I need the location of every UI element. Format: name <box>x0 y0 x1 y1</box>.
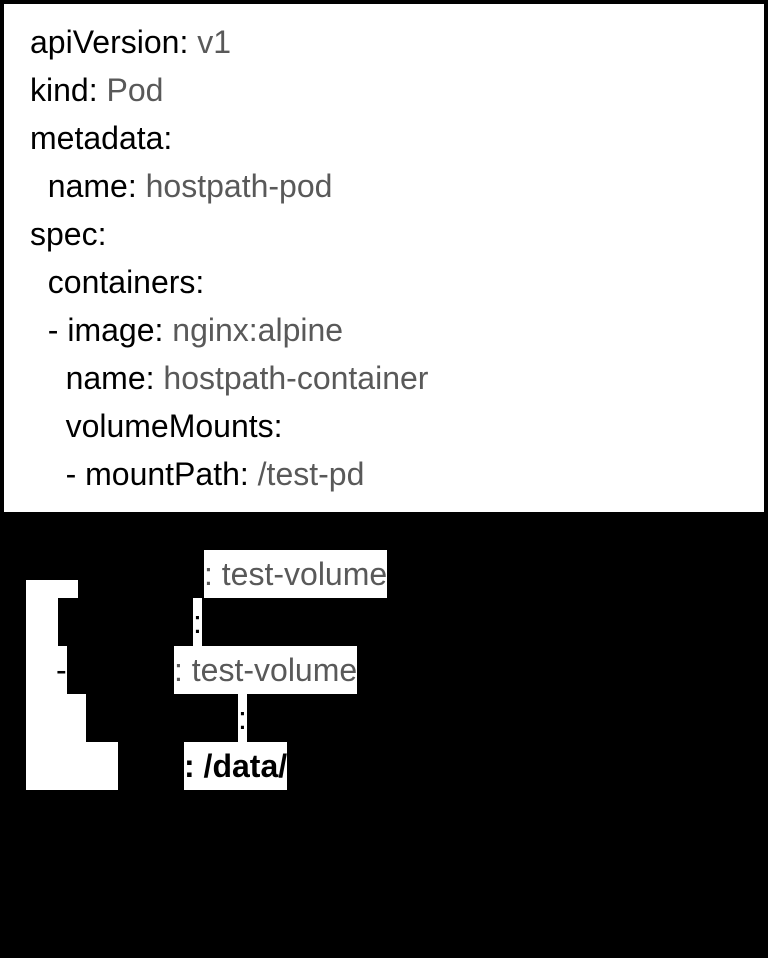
white-fragment <box>26 598 58 646</box>
white-fragment <box>26 694 86 742</box>
yaml-key: volumeMounts <box>66 408 274 444</box>
yaml-colon-fragment: : <box>193 598 202 646</box>
code-line: spec: <box>30 210 744 258</box>
code-line: containers: <box>30 258 744 306</box>
code-line: - image: nginx:alpine <box>30 306 744 354</box>
code-line: - mountPath: /test-pd <box>30 450 744 498</box>
code-line: metadata: <box>30 114 744 162</box>
yaml-key: apiVersion <box>30 24 179 60</box>
yaml-value: Pod <box>106 72 163 108</box>
yaml-value-fragment-bold: : /data/ <box>184 742 287 790</box>
yaml-value-fragment: : test-volume <box>204 550 387 598</box>
code-line-occluded: : /data/ <box>26 742 746 790</box>
yaml-key: metadata <box>30 120 163 156</box>
code-line: name: hostpath-pod <box>30 162 744 210</box>
yaml-key: image <box>67 312 154 348</box>
yaml-dash-fragment: - <box>26 646 67 694</box>
code-line: name: hostpath-container <box>30 354 744 402</box>
code-line: volumeMounts: <box>30 402 744 450</box>
yaml-key: spec <box>30 216 98 252</box>
yaml-value: nginx:alpine <box>172 312 343 348</box>
yaml-key: containers <box>48 264 196 300</box>
code-line-occluded: : test-volume <box>26 550 746 598</box>
yaml-code-block: apiVersion: v1 kind: Pod metadata: name:… <box>0 0 768 516</box>
code-line: kind: Pod <box>30 66 744 114</box>
yaml-key: mountPath <box>85 456 240 492</box>
code-line-occluded: - : test-volume <box>26 646 746 694</box>
occluded-region: : test-volume : - : test-volume : : /dat… <box>26 550 746 790</box>
yaml-value: /test-pd <box>258 456 365 492</box>
code-line-occluded: : <box>26 694 746 742</box>
yaml-value: v1 <box>197 24 231 60</box>
white-fragment <box>26 580 78 598</box>
yaml-value-fragment: : test-volume <box>174 646 357 694</box>
code-line-occluded: : <box>26 598 746 646</box>
white-fragment <box>26 742 118 790</box>
yaml-key: name <box>48 168 128 204</box>
code-line: apiVersion: v1 <box>30 18 744 66</box>
yaml-colon-fragment: : <box>238 694 247 742</box>
yaml-value: hostpath-pod <box>146 168 333 204</box>
yaml-key: kind <box>30 72 89 108</box>
yaml-value: hostpath-container <box>163 360 428 396</box>
yaml-key: name <box>66 360 146 396</box>
